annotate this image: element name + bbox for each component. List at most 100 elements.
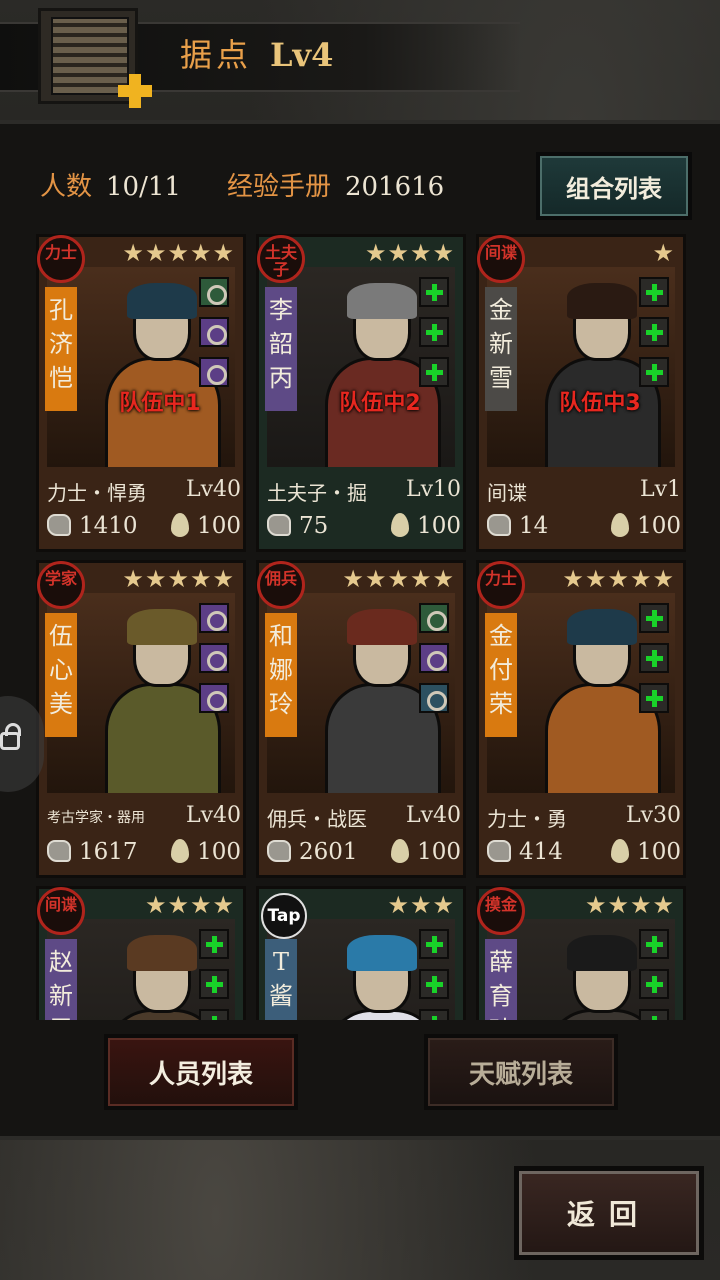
stamina-stat: 100 [611, 839, 681, 865]
power-value: 75 [299, 513, 329, 539]
add-equipment-icon[interactable] [639, 1009, 669, 1020]
power-value: 414 [519, 839, 563, 865]
stamina-value: 100 [197, 513, 241, 539]
figure-hair [127, 609, 197, 645]
team-tag: 队伍中3 [559, 391, 641, 416]
drop-icon [391, 839, 410, 863]
add-equipment-icon[interactable] [419, 357, 449, 387]
stamina-stat: 100 [171, 839, 241, 865]
exp-label: 经验手册 [226, 172, 331, 202]
add-equipment-icon[interactable] [199, 969, 229, 999]
staff-list-tab[interactable]: 人员列表 [104, 1034, 298, 1110]
level-label: Lv40 [185, 803, 241, 828]
add-equipment-icon[interactable] [639, 357, 669, 387]
back-button[interactable]: 返回 [514, 1166, 704, 1260]
equipment-slot-icon[interactable] [199, 357, 229, 387]
level-label: Lv40 [405, 803, 461, 828]
figure-hair [347, 935, 417, 971]
role-seal: 佣兵 [257, 561, 305, 609]
add-equipment-icon[interactable] [639, 643, 669, 673]
role-seal: 间谍 [37, 887, 85, 935]
headcount-value: 10/11 [106, 172, 181, 202]
character-card[interactable]: ★★★★ 摸金薛育玮 [476, 886, 686, 1020]
add-equipment-icon[interactable] [199, 929, 229, 959]
drop-icon [611, 839, 630, 863]
tap-badge-icon: Tap [261, 893, 307, 939]
name-banner: 李韶丙 [265, 287, 297, 411]
talent-list-tab[interactable]: 天赋列表 [424, 1034, 618, 1110]
add-equipment-icon[interactable] [419, 1009, 449, 1020]
add-equipment-icon[interactable] [639, 603, 669, 633]
level-label: Lv30 [625, 803, 681, 828]
character-card[interactable]: ★ 间谍 金新雪 队伍中3 间谍 Lv1 14 100 [476, 234, 686, 552]
equipment-slot-icon[interactable] [199, 683, 229, 713]
equipment-slot-icon[interactable] [419, 683, 449, 713]
drop-icon [391, 513, 410, 537]
add-equipment-icon[interactable] [419, 277, 449, 307]
power-value: 1617 [79, 839, 138, 865]
power-stat: 2601 [267, 839, 358, 865]
power-stat: 14 [487, 513, 548, 539]
name-banner: 金新雪 [485, 287, 517, 411]
add-equipment-icon[interactable] [419, 317, 449, 347]
role-seal: 摸金 [477, 887, 525, 935]
figure-hair [127, 283, 197, 319]
equipment-slot-icon[interactable] [419, 643, 449, 673]
star-rating: ★★★★ [584, 891, 675, 919]
equipment-slot-icon[interactable] [199, 643, 229, 673]
name-banner: 孔济恺 [45, 287, 77, 411]
equipment-slot-icon[interactable] [419, 603, 449, 633]
combo-list-button[interactable]: 组合列表 [536, 152, 692, 220]
stamina-stat: 100 [391, 513, 461, 539]
equipment-slot-icon[interactable] [199, 317, 229, 347]
equipment-slot-icon[interactable] [199, 277, 229, 307]
figure-hair [567, 609, 637, 645]
star-rating: ★★★★ [364, 239, 455, 267]
class-label: 间谍 [487, 481, 527, 505]
team-tag: 队伍中2 [339, 391, 421, 416]
add-equipment-icon[interactable] [639, 683, 669, 713]
power-stat: 414 [487, 839, 563, 865]
star-rating: ★ [652, 239, 675, 267]
character-card[interactable]: ★★★★★ 力士 孔济恺 队伍中1 力士・悍勇 Lv40 1410 100 [36, 234, 246, 552]
add-equipment-icon[interactable] [419, 969, 449, 999]
meta-line: 1617 100 [47, 839, 241, 865]
fist-icon [487, 514, 511, 536]
class-line: 力士・勇 Lv30 [487, 803, 681, 832]
stamina-value: 100 [637, 513, 681, 539]
star-rating: ★★★★★ [122, 239, 235, 267]
add-equipment-icon[interactable] [639, 969, 669, 999]
add-equipment-icon[interactable] [639, 277, 669, 307]
stamina-stat: 100 [611, 513, 681, 539]
class-line: 力士・悍勇 Lv40 [47, 477, 241, 506]
star-rating: ★★★★★ [122, 565, 235, 593]
character-card[interactable]: ★★★★★ 佣兵 和娜玲 佣兵・战医 Lv40 2601 100 [256, 560, 466, 878]
stamina-value: 100 [197, 839, 241, 865]
plus-icon[interactable] [118, 74, 152, 108]
add-equipment-icon[interactable] [639, 929, 669, 959]
name-banner: 赵新雪 [45, 939, 77, 1020]
name-banner: T酱 [265, 939, 297, 1020]
character-card[interactable]: ★★★★★ 力士 金付荣 力士・勇 Lv30 414 100 [476, 560, 686, 878]
page-title: 据点 Lv4 [180, 30, 333, 76]
character-card[interactable]: ★★★★★ 学家 伍心美 考古学家・器用 Lv40 1617 100 [36, 560, 246, 878]
character-card[interactable]: ★★★ Tap T酱 [256, 886, 466, 1020]
character-card[interactable]: ★★★★ 土夫子 李韶丙 队伍中2 土夫子・掘 Lv10 75 100 [256, 234, 466, 552]
fist-icon [267, 514, 291, 536]
add-equipment-icon[interactable] [199, 1009, 229, 1020]
title-text: 据点 [180, 36, 253, 74]
fist-icon [267, 840, 291, 862]
fist-icon [487, 840, 511, 862]
class-label: 力士・勇 [487, 807, 567, 831]
fist-icon [47, 514, 71, 536]
character-grid[interactable]: ★★★★★ 力士 孔济恺 队伍中1 力士・悍勇 Lv40 1410 100 ★★★★ 土夫子 李韶丙… [36, 234, 690, 1020]
equipment-slot-icon[interactable] [199, 603, 229, 633]
stamina-value: 100 [417, 513, 461, 539]
stamina-stat: 100 [171, 513, 241, 539]
add-equipment-icon[interactable] [639, 317, 669, 347]
add-equipment-icon[interactable] [419, 929, 449, 959]
stamina-stat: 100 [391, 839, 461, 865]
drop-icon [171, 839, 190, 863]
drop-icon [171, 513, 190, 537]
character-card[interactable]: ★★★★ 间谍赵新雪 [36, 886, 246, 1020]
